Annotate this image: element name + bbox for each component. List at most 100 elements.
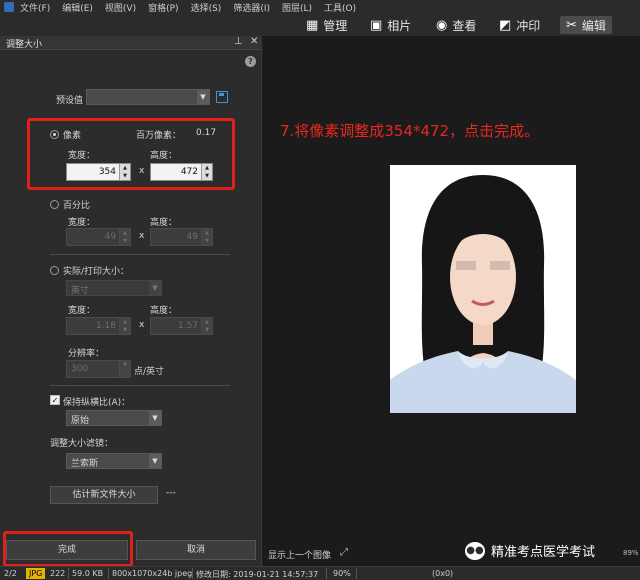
divider	[50, 385, 230, 386]
resolution-value: 300	[71, 364, 89, 374]
panel-tab: 调整大小 ⊥ ✕	[0, 36, 262, 50]
menu-select[interactable]: 选择(S)	[191, 1, 222, 14]
filter-value: 兰索斯	[71, 459, 99, 469]
print-width-label: 宽度：	[68, 306, 96, 316]
portrait-photo	[390, 165, 576, 413]
unit-select[interactable]: 英寸 ▼	[66, 280, 162, 296]
ratio-select[interactable]: 原始 ▼	[66, 410, 162, 426]
pixel-height-input[interactable]: 472 ▲ ▼	[150, 163, 213, 181]
pin-icon[interactable]: ⊥	[234, 36, 243, 47]
help-icon[interactable]: ?	[245, 56, 256, 67]
pixel-width-input[interactable]: 354 ▲ ▼	[66, 163, 131, 181]
chevron-down-icon: ▼	[149, 281, 161, 295]
cancel-button[interactable]: 取消	[136, 540, 256, 560]
canvas-zoom-pct: 89%	[623, 549, 639, 557]
preset-select[interactable]: ▼	[86, 89, 210, 105]
mode-manage[interactable]: ▦ 管理	[300, 16, 353, 34]
pixel-height-label: 高度：	[150, 151, 178, 161]
mode-edit[interactable]: ✂ 编辑	[560, 16, 612, 34]
wechat-icon: ●●	[465, 541, 485, 560]
mode-view-label: 查看	[452, 18, 477, 33]
watermark-text: 精准考点医学考试	[491, 545, 596, 560]
stepper-icon[interactable]: ▲ ▼	[201, 229, 212, 245]
divider	[326, 568, 327, 579]
mode-bar: ▦ 管理 ▣ 相片 ◉ 查看 ◩ 冲印 ✂ 编辑	[0, 14, 640, 36]
percent-height-input[interactable]: 49 ▲ ▼	[150, 228, 213, 246]
menu-bar: 文件(F) 编辑(E) 视图(V) 窗格(P) 选择(S) 筛选器(I) 图层(…	[0, 0, 640, 14]
estimate-size-value: ---	[166, 488, 176, 498]
keep-ratio-label: 保持纵横比(A)：	[63, 398, 131, 408]
develop-icon: ◩	[499, 17, 512, 33]
stepper-icon[interactable]: ▲ ▼	[201, 164, 212, 180]
menu-tools[interactable]: 工具(O)	[324, 1, 356, 14]
divider	[192, 568, 193, 579]
unit-value: 英寸	[71, 286, 90, 296]
times-label: x	[139, 231, 145, 241]
percent-radio[interactable]	[50, 200, 59, 209]
save-preset-icon[interactable]	[216, 91, 228, 103]
mode-develop[interactable]: ◩ 冲印	[493, 16, 546, 34]
status-index: 2/2	[4, 569, 17, 578]
panel-title: 调整大小	[6, 40, 43, 50]
pixel-width-value: 354	[98, 167, 116, 177]
mode-view[interactable]: ◉ 查看	[430, 16, 482, 34]
app-icon[interactable]	[4, 2, 14, 12]
stepper-icon[interactable]: ▲ ▼	[119, 229, 130, 245]
chevron-down-icon: ▼	[197, 90, 209, 104]
print-size-radio[interactable]	[50, 266, 59, 275]
mode-develop-label: 冲印	[516, 18, 541, 33]
pixel-height-value: 472	[180, 167, 198, 177]
chevron-down-icon[interactable]: ▼	[119, 361, 130, 377]
menu-filter[interactable]: 筛选器(I)	[233, 1, 270, 14]
menu-edit[interactable]: 编辑(E)	[62, 1, 93, 14]
grid-icon: ▦	[306, 17, 319, 33]
ratio-value: 原始	[71, 416, 90, 426]
pixels-label: 像素	[63, 131, 82, 141]
times-label: x	[139, 166, 145, 176]
times-label: x	[139, 320, 145, 330]
percent-width-input[interactable]: 49 ▲ ▼	[66, 228, 131, 246]
menu-pane[interactable]: 窗格(P)	[148, 1, 178, 14]
divider	[50, 254, 230, 255]
status-bar: 2/2 JPG 222 59.0 KB 800x1070x24b jpeg 修改…	[0, 566, 640, 580]
print-size-label: 实际/打印大小：	[63, 267, 130, 277]
stepper-icon[interactable]: ▲ ▼	[119, 318, 130, 334]
resolution-label: 分辨率：	[68, 349, 105, 359]
resolution-unit: 点/英寸	[134, 367, 165, 377]
megapixels-label: 百万像素：	[136, 131, 182, 141]
pixels-radio[interactable]	[50, 130, 59, 139]
percent-height-value: 49	[186, 232, 198, 242]
filter-select[interactable]: 兰索斯 ▼	[66, 453, 162, 469]
expand-icon[interactable]: ⤢	[340, 547, 348, 558]
watermark: ●● 精准考点医学考试	[465, 541, 595, 560]
status-zoom: 90%	[333, 569, 351, 578]
menu-layer[interactable]: 图层(L)	[282, 1, 312, 14]
print-width-input[interactable]: 1.18 ▲ ▼	[66, 317, 131, 335]
status-dims: 800x1070x24b jpeg	[112, 569, 193, 578]
percent-width-value: 49	[104, 232, 116, 242]
resolution-input[interactable]: 300 ▼	[66, 360, 131, 378]
close-icon[interactable]: ✕	[250, 36, 258, 47]
stepper-icon[interactable]: ▲ ▼	[119, 164, 130, 180]
percent-label: 百分比	[63, 201, 91, 211]
instruction-annotation: 7.将像素调整成354*472，点击完成。	[280, 122, 540, 140]
menu-view[interactable]: 视图(V)	[105, 1, 136, 14]
show-previous-image[interactable]: 显示上一个图像	[268, 548, 331, 561]
eye-icon: ◉	[436, 17, 448, 33]
print-height-value: 1.57	[177, 321, 198, 331]
print-height-input[interactable]: 1.57 ▲ ▼	[150, 317, 213, 335]
mode-photos[interactable]: ▣ 相片	[364, 16, 417, 34]
status-num: 222	[50, 569, 66, 578]
estimate-size-button[interactable]: 估计新文件大小	[50, 486, 158, 504]
stepper-icon[interactable]: ▲ ▼	[201, 318, 212, 334]
brush-icon: ✂	[566, 17, 577, 33]
chevron-down-icon: ▼	[149, 411, 161, 425]
filter-label: 调整大小滤镜：	[50, 439, 114, 449]
keep-ratio-checkbox[interactable]: ✓	[50, 395, 60, 405]
percent-width-label: 宽度：	[68, 218, 96, 228]
print-height-label: 高度：	[150, 306, 178, 316]
menu-file[interactable]: 文件(F)	[20, 1, 50, 14]
done-button[interactable]: 完成	[6, 540, 128, 560]
divider	[356, 568, 357, 579]
divider	[68, 568, 69, 579]
